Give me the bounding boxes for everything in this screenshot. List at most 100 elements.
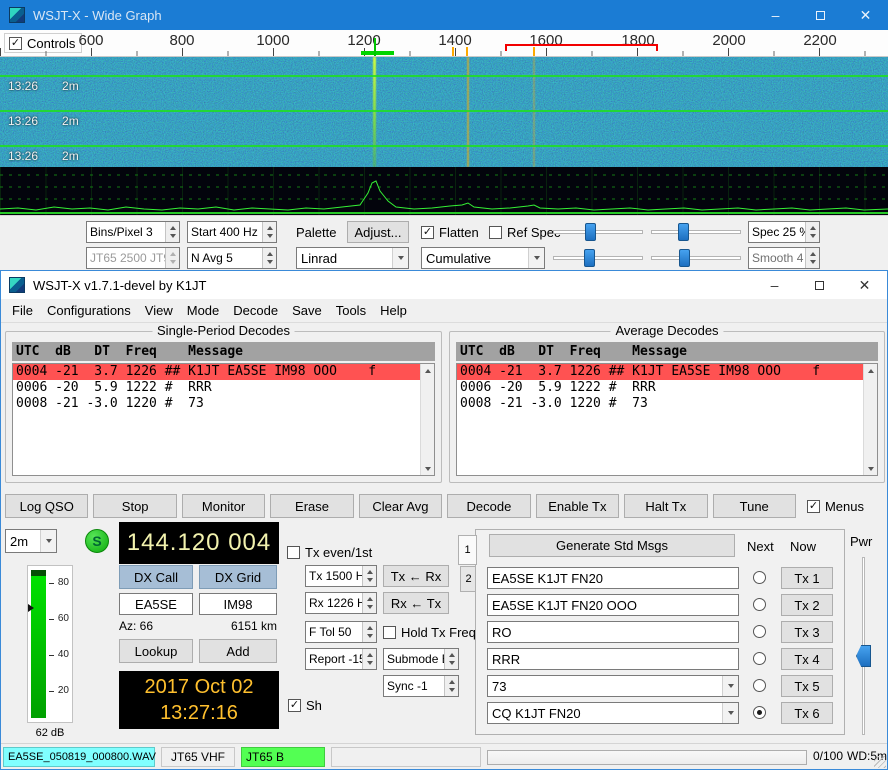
clear-avg-button[interactable]: Clear Avg [359, 494, 442, 518]
spec-percent-spinner[interactable]: Spec 25 % [748, 221, 820, 243]
scroll-up-icon[interactable] [425, 369, 431, 373]
tx6-message-combo[interactable]: CQ K1JT FN20 [487, 702, 739, 724]
minimize-button[interactable]: – [752, 271, 797, 299]
spectrum-mode-select[interactable]: Cumulative [421, 247, 545, 269]
tx3-now-button[interactable]: Tx 3 [781, 621, 833, 643]
tx2-now-button[interactable]: Tx 2 [781, 594, 833, 616]
dx-grid-button[interactable]: DX Grid [199, 565, 277, 589]
spin-down-icon[interactable] [170, 234, 176, 238]
tx5-next-radio[interactable] [753, 679, 766, 692]
main-titlebar[interactable]: WSJT-X v1.7.1-devel by K1JT – ✕ [1, 271, 887, 299]
decode-row[interactable]: 0006 -20 5.9 1222 # RRR [457, 380, 863, 396]
scrollbar[interactable] [863, 364, 877, 475]
spin-down-icon[interactable] [367, 578, 373, 582]
rx-freq-spinner[interactable]: Rx 1226 Hz [305, 592, 377, 614]
scroll-up-icon[interactable] [868, 369, 874, 373]
flatten-checkbox[interactable]: ✓ Flatten [421, 225, 479, 240]
slider-handle[interactable] [678, 223, 689, 241]
submode-spinner[interactable]: Submode B [383, 648, 459, 670]
report-spinner[interactable]: Report -15 [305, 648, 377, 670]
menu-file[interactable]: File [5, 299, 40, 323]
log-qso-button[interactable]: Log QSO [5, 494, 88, 518]
rx-from-tx-button[interactable]: Rx ← Tx [383, 592, 449, 614]
spin-up-icon[interactable] [810, 226, 816, 230]
monitor-button[interactable]: Monitor [182, 494, 265, 518]
scrollbar[interactable] [420, 364, 434, 475]
spin-down-icon[interactable] [267, 234, 273, 238]
dx-grid-field[interactable]: IM98 [199, 593, 277, 615]
menu-help[interactable]: Help [373, 299, 414, 323]
spin-down-icon[interactable] [367, 605, 373, 609]
decode-row[interactable]: 0004 -21 3.7 1226 ## K1JT EA5SE IM98 OOO… [13, 364, 420, 380]
menu-tools[interactable]: Tools [329, 299, 373, 323]
menus-checkbox[interactable]: ✓ Menus [807, 499, 883, 514]
spin-down-icon[interactable] [267, 260, 273, 264]
smooth-spinner[interactable]: Smooth 4 [748, 247, 820, 269]
tx1-now-button[interactable]: Tx 1 [781, 567, 833, 589]
spectrum-gain-slider[interactable] [553, 247, 643, 269]
maximize-button[interactable] [797, 271, 842, 299]
menu-configurations[interactable]: Configurations [40, 299, 138, 323]
close-button[interactable]: ✕ [843, 0, 888, 30]
spin-up-icon[interactable] [267, 226, 273, 230]
dx-call-button[interactable]: DX Call [119, 565, 193, 589]
menu-decode[interactable]: Decode [226, 299, 285, 323]
spin-up-icon[interactable] [267, 252, 273, 256]
spin-up-icon[interactable] [449, 653, 455, 657]
tx4-next-radio[interactable] [753, 652, 766, 665]
n-avg-spinner[interactable]: N Avg 5 [187, 247, 277, 269]
tx1-next-radio[interactable] [753, 571, 766, 584]
slider-handle[interactable] [584, 249, 595, 267]
ref-spec-checkbox[interactable]: Ref Spec [489, 225, 560, 240]
tx5-now-button[interactable]: Tx 5 [781, 675, 833, 697]
tx2-next-radio[interactable] [753, 598, 766, 611]
resize-grip[interactable] [874, 756, 886, 768]
decode-list[interactable]: 0004 -21 3.7 1226 ## K1JT EA5SE IM98 OOO… [12, 363, 435, 476]
stop-button[interactable]: Stop [93, 494, 176, 518]
scroll-down-icon[interactable] [868, 467, 874, 471]
sync-spinner[interactable]: Sync -1 [383, 675, 459, 697]
decode-list[interactable]: 0004 -21 3.7 1226 ## K1JT EA5SE IM98 OOO… [456, 363, 878, 476]
tab-1[interactable]: 1 [458, 535, 477, 565]
lookup-button[interactable]: Lookup [119, 639, 193, 663]
band-select[interactable]: 2m [5, 529, 57, 553]
menu-view[interactable]: View [138, 299, 180, 323]
spin-up-icon[interactable] [367, 570, 373, 574]
waterfall-zero-slider[interactable] [651, 221, 741, 243]
f-tol-spinner[interactable]: F Tol 50 [305, 621, 377, 643]
spin-up-icon[interactable] [449, 680, 455, 684]
decode-row[interactable]: 0008 -21 -3.0 1220 # 73 [457, 396, 863, 412]
start-freq-spinner[interactable]: Start 400 Hz [187, 221, 277, 243]
spin-up-icon[interactable] [810, 252, 816, 256]
decode-row[interactable]: 0004 -21 3.7 1226 ## K1JT EA5SE IM98 OOO… [457, 364, 863, 380]
tx-freq-spinner[interactable]: Tx 1500 Hz [305, 565, 377, 587]
tx5-message-combo[interactable]: 73 [487, 675, 739, 697]
maximize-button[interactable] [798, 0, 843, 30]
slider-handle[interactable] [679, 249, 690, 267]
slider-handle[interactable] [585, 223, 596, 241]
pwr-slider-handle[interactable] [856, 645, 871, 667]
frequency-scale[interactable]: ✓ Controls 600 800 1000 1200 1400 1600 1… [0, 30, 888, 57]
spin-down-icon[interactable] [810, 260, 816, 264]
close-button[interactable]: ✕ [842, 271, 887, 299]
decode-row[interactable]: 0006 -20 5.9 1222 # RRR [13, 380, 420, 396]
spin-down-icon[interactable] [810, 234, 816, 238]
add-button[interactable]: Add [199, 639, 277, 663]
menu-save[interactable]: Save [285, 299, 329, 323]
bins-pixel-spinner[interactable]: Bins/Pixel 3 [86, 221, 180, 243]
menu-mode[interactable]: Mode [180, 299, 227, 323]
tx6-next-radio[interactable] [753, 706, 766, 719]
decode-button[interactable]: Decode [447, 494, 530, 518]
waterfall-gain-slider[interactable] [553, 221, 643, 243]
pwr-slider[interactable] [855, 557, 871, 735]
wide-graph-titlebar[interactable]: WSJT-X - Wide Graph – ✕ [0, 0, 888, 30]
palette-select[interactable]: Linrad [296, 247, 409, 269]
halt-tx-button[interactable]: Halt Tx [624, 494, 707, 518]
waterfall-display[interactable]: 13:26 2m 13:26 2m 13:26 2m [0, 57, 888, 167]
dx-call-field[interactable]: EA5SE [119, 593, 193, 615]
sh-checkbox[interactable]: ✓ Sh [288, 698, 322, 713]
tx4-now-button[interactable]: Tx 4 [781, 648, 833, 670]
tune-button[interactable]: Tune [713, 494, 796, 518]
tx2-message-field[interactable]: EA5SE K1JT FN20 OOO [487, 594, 739, 616]
spin-up-icon[interactable] [367, 597, 373, 601]
